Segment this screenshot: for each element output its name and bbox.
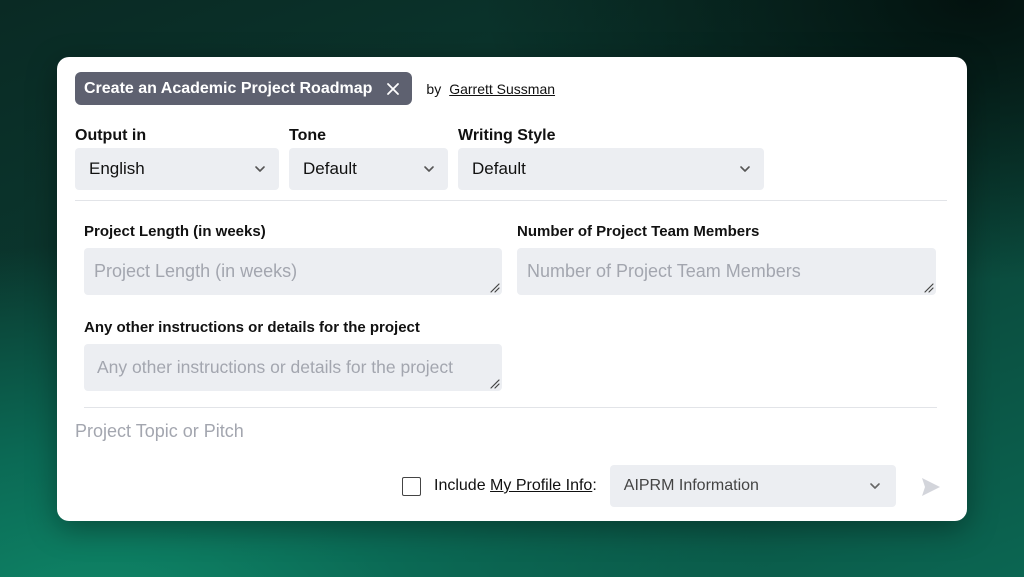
project-length-input[interactable]: Project Length (in weeks) — [84, 248, 502, 295]
writing-style-select[interactable]: Default — [458, 148, 764, 190]
tone-value: Default — [303, 159, 357, 178]
prompt-template-card: Create an Academic Project Roadmap by Ga… — [57, 57, 967, 521]
chevron-down-icon — [422, 162, 436, 176]
tone-label: Tone — [289, 127, 327, 144]
template-title-chip: Create an Academic Project Roadmap — [75, 72, 413, 105]
other-instructions-placeholder: Any other instructions or details for th… — [97, 357, 454, 377]
template-title: Create an Academic Project Roadmap — [84, 79, 373, 97]
team-members-placeholder: Number of Project Team Members — [527, 261, 801, 281]
send-icon[interactable] — [919, 475, 943, 499]
footer-row: Include My Profile Info: AIPRM Informati… — [402, 465, 896, 507]
resize-grip-icon[interactable] — [922, 281, 934, 293]
aiprm-information-value: AIPRM Information — [623, 477, 759, 494]
resize-grip-icon[interactable] — [488, 377, 500, 389]
writing-style-value: Default — [472, 159, 526, 178]
output-language-value: English — [89, 159, 145, 178]
include-colon: : — [592, 477, 597, 494]
chevron-down-icon — [868, 479, 882, 493]
output-language-select[interactable]: English — [75, 148, 279, 190]
divider — [75, 200, 947, 201]
project-length-label: Project Length (in weeks) — [84, 223, 266, 240]
writing-style-label: Writing Style — [458, 127, 556, 144]
tone-select[interactable]: Default — [289, 148, 448, 190]
output-label: Output in — [75, 127, 147, 144]
include-profile-checkbox[interactable] — [402, 476, 421, 496]
aiprm-information-select[interactable]: AIPRM Information — [609, 465, 896, 507]
team-members-label: Number of Project Team Members — [517, 223, 760, 240]
chevron-down-icon — [738, 162, 752, 176]
other-instructions-input[interactable]: Any other instructions or details for th… — [84, 344, 502, 391]
title-row: Create an Academic Project Roadmap by Ga… — [75, 72, 555, 105]
author-link[interactable]: Garrett Sussman — [449, 81, 555, 97]
team-members-input[interactable]: Number of Project Team Members — [517, 248, 936, 295]
project-length-placeholder: Project Length (in weeks) — [94, 261, 298, 281]
include-profile-label: Include My Profile Info: — [434, 477, 597, 495]
other-instructions-label: Any other instructions or details for th… — [84, 319, 420, 336]
divider — [84, 407, 937, 408]
chevron-down-icon — [253, 162, 267, 176]
prompt-textarea[interactable]: Project Topic or Pitch — [75, 421, 244, 442]
resize-grip-icon[interactable] — [488, 281, 500, 293]
my-profile-info-link[interactable]: My Profile Info — [490, 477, 592, 494]
by-label: by — [426, 80, 442, 97]
close-icon[interactable] — [386, 82, 400, 96]
include-prefix: Include — [434, 477, 486, 494]
